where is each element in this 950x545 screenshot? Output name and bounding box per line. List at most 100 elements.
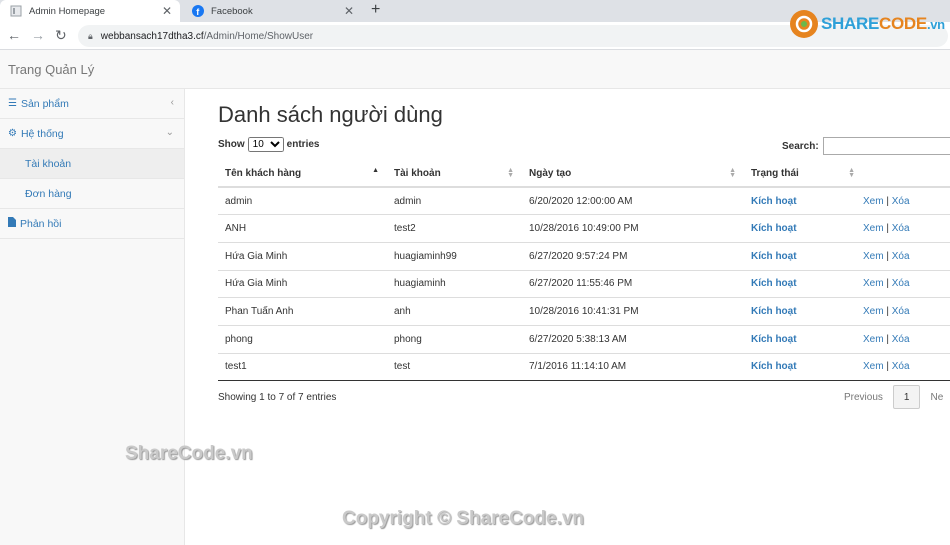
- cell-name: Hứa Gia Minh: [218, 270, 387, 299]
- sidebar: ☰ Sản phẩm ‹ ⚙ Hệ thống ⌄ Tài khoản Đơn …: [0, 89, 185, 545]
- cell-account: huagiaminh: [387, 270, 522, 299]
- close-icon[interactable]: ✕: [344, 4, 354, 18]
- column-label: Trạng thái: [751, 168, 799, 179]
- view-link[interactable]: Xem: [863, 334, 884, 345]
- length-entries-label: entries: [286, 139, 320, 150]
- new-tab-icon[interactable]: +: [371, 1, 380, 19]
- separator: |: [883, 195, 892, 207]
- table-row: phong phong 6/27/2020 5:38:13 AM Kích hoạt X…: [218, 325, 950, 354]
- copyright-watermark: Copyright © ShareCode.vn: [342, 508, 585, 529]
- status-link[interactable]: Kích hoạt: [744, 325, 863, 354]
- view-link[interactable]: Xem: [863, 223, 884, 234]
- page-icon: [10, 5, 22, 17]
- sidebar-item-label: Sản phẩm: [20, 97, 69, 110]
- sort-icon: ▲ ▼: [729, 167, 736, 179]
- sort-asc-icon: ▲: [372, 167, 379, 174]
- search-input[interactable]: [822, 137, 950, 155]
- separator: |: [883, 278, 892, 290]
- sidebar-item-system[interactable]: ⚙ Hệ thống ⌄: [0, 119, 184, 149]
- table-body: admin admin 6/20/2020 12:00:00 AM Kích hoạt…: [218, 187, 950, 382]
- table-row: test1 test 7/1/2016 11:14:10 AM Kích hoạt Xe…: [218, 353, 950, 382]
- sidebar-item-products[interactable]: ☰ Sản phẩm ‹: [0, 89, 184, 119]
- sort-icon: ▲ ▼: [848, 167, 855, 179]
- delete-link[interactable]: Xóa: [892, 334, 910, 345]
- forward-arrow-icon[interactable]: →: [31, 27, 45, 43]
- cell-created: 7/1/2016 11:14:10 AM: [522, 353, 744, 382]
- delete-link[interactable]: Xóa: [892, 278, 910, 289]
- cell-name: test1: [218, 353, 387, 382]
- back-arrow-icon[interactable]: ←: [7, 27, 21, 43]
- cell-actions: Xem | Xóa: [863, 270, 950, 299]
- cell-created: 10/28/2016 10:49:00 PM: [522, 214, 744, 243]
- view-link[interactable]: Xem: [863, 251, 884, 262]
- status-link[interactable]: Kích hoạt: [744, 353, 863, 382]
- pagination: Previous 1 Ne: [834, 385, 950, 409]
- status-link[interactable]: Kích hoạt: [744, 270, 863, 299]
- cell-created: 6/27/2020 9:57:24 PM: [522, 242, 744, 271]
- page-1-button[interactable]: 1: [892, 385, 921, 409]
- search-label: Search:: [782, 140, 819, 152]
- delete-link[interactable]: Xóa: [892, 196, 910, 207]
- chevron-left-icon: ‹: [170, 97, 174, 108]
- separator: |: [883, 306, 892, 318]
- separator: |: [883, 333, 892, 345]
- delete-link[interactable]: Xóa: [892, 361, 910, 372]
- length-show-label: Show: [218, 139, 245, 150]
- sidebar-item-accounts[interactable]: Tài khoản: [0, 149, 184, 179]
- column-label: Tên khách hàng: [225, 168, 302, 179]
- view-link[interactable]: Xem: [863, 306, 884, 317]
- sidebar-item-feedback[interactable]: Phản hồi: [0, 209, 184, 239]
- column-header-name[interactable]: Tên khách hàng ▲: [218, 161, 387, 188]
- cell-actions: Xem | Xóa: [863, 325, 950, 354]
- next-button[interactable]: Ne: [920, 385, 950, 409]
- status-link[interactable]: Kích hoạt: [744, 187, 863, 216]
- delete-link[interactable]: Xóa: [892, 306, 910, 317]
- brand-title[interactable]: Trang Quản Lý: [8, 62, 94, 77]
- logo-text-c: .vn: [926, 17, 945, 32]
- sidebar-item-label: Tài khoản: [25, 157, 72, 170]
- status-link[interactable]: Kích hoạt: [744, 242, 863, 271]
- entries-length-control: Show 10 entries: [218, 137, 319, 152]
- table-row: admin admin 6/20/2020 12:00:00 AM Kích hoạt…: [218, 187, 950, 216]
- sidebar-item-orders[interactable]: Đơn hàng: [0, 179, 184, 209]
- view-link[interactable]: Xem: [863, 278, 884, 289]
- cell-created: 6/20/2020 12:00:00 AM: [522, 187, 744, 216]
- cell-name: admin: [218, 187, 387, 216]
- logo-icon: [790, 10, 818, 38]
- close-icon[interactable]: ✕: [162, 4, 172, 18]
- tab-admin-homepage[interactable]: Admin Homepage ✕: [0, 0, 180, 22]
- table-info: Showing 1 to 7 of 7 entries: [218, 392, 337, 403]
- view-link[interactable]: Xem: [863, 196, 884, 207]
- users-table: Tên khách hàng ▲ Tài khoản ▲ ▼ Ngày tạo ▲…: [218, 161, 950, 382]
- logo-text: SHARECODE.vn: [821, 14, 945, 34]
- cell-name: phong: [218, 325, 387, 354]
- entries-select[interactable]: 10: [247, 137, 284, 152]
- lock-icon: 🔒︎: [88, 30, 93, 41]
- file-icon: [8, 217, 16, 230]
- delete-link[interactable]: Xóa: [892, 251, 910, 262]
- watermark-text: ShareCode.vn: [125, 443, 253, 464]
- chevron-down-icon: ⌄: [165, 127, 174, 138]
- status-link[interactable]: Kích hoạt: [744, 297, 863, 326]
- status-link[interactable]: Kích hoạt: [744, 214, 863, 243]
- facebook-icon: f: [192, 5, 204, 17]
- table-row: Hứa Gia Minh huagiaminh 6/27/2020 11:55:46…: [218, 270, 950, 299]
- column-header-status[interactable]: Trạng thái ▲ ▼: [744, 161, 863, 188]
- separator: |: [883, 223, 892, 235]
- cell-actions: Xem | Xóa: [863, 353, 950, 382]
- tab-facebook[interactable]: f Facebook ✕: [182, 0, 362, 22]
- reload-icon[interactable]: ↻: [55, 27, 67, 44]
- table-row: ANH test2 10/28/2016 10:49:00 PM Kích hoạt X…: [218, 214, 950, 243]
- cell-name: Hứa Gia Minh: [218, 242, 387, 271]
- view-link[interactable]: Xem: [863, 361, 884, 372]
- delete-link[interactable]: Xóa: [892, 223, 910, 234]
- gears-icon: ⚙: [8, 128, 17, 139]
- cell-created: 10/28/2016 10:41:31 PM: [522, 297, 744, 326]
- page-title: Danh sách người dùng: [218, 102, 443, 127]
- cell-actions: Xem | Xóa: [863, 214, 950, 243]
- column-header-account[interactable]: Tài khoản ▲ ▼: [387, 161, 522, 188]
- previous-button[interactable]: Previous: [834, 385, 893, 409]
- column-header-created[interactable]: Ngày tạo ▲ ▼: [522, 161, 744, 188]
- cell-account: test: [387, 353, 522, 382]
- sidebar-item-label: Phản hồi: [20, 217, 62, 230]
